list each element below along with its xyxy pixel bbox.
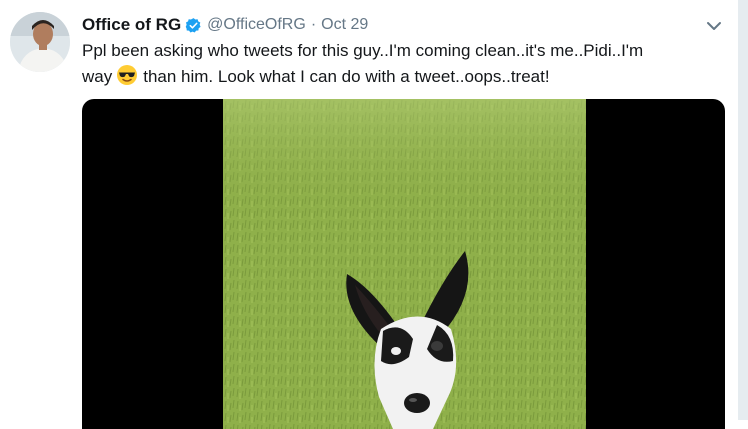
chevron-down-icon[interactable] [703,15,725,37]
separator-dot: · [310,16,317,33]
tweet-header: Office of RG @OfficeOfRG · Oct 29 [82,14,368,36]
handle[interactable]: @OfficeOfRG [207,16,306,34]
tweet-text-suffix: than him. Look what I can do with a twee… [143,67,550,86]
video-player[interactable] [82,99,725,429]
sunglasses-emoji-icon [116,64,138,86]
tweet-text-line-2: way than him. Look what I can do with a … [82,64,722,90]
scroll-track[interactable] [738,0,748,420]
tweet-text-prefix: way [82,67,113,86]
video-frame-dog [223,99,586,429]
display-name[interactable]: Office of RG [82,15,181,35]
verified-badge-icon [185,17,202,34]
avatar[interactable] [10,12,70,72]
tweet-date[interactable]: Oct 29 [321,16,368,34]
tweet-text-line-1: Ppl been asking who tweets for this guy.… [82,41,644,60]
tweet-text: Ppl been asking who tweets for this guy.… [82,38,722,90]
avatar-image [10,12,70,72]
tweet[interactable]: Office of RG @OfficeOfRG · Oct 29 Ppl be… [0,0,748,429]
